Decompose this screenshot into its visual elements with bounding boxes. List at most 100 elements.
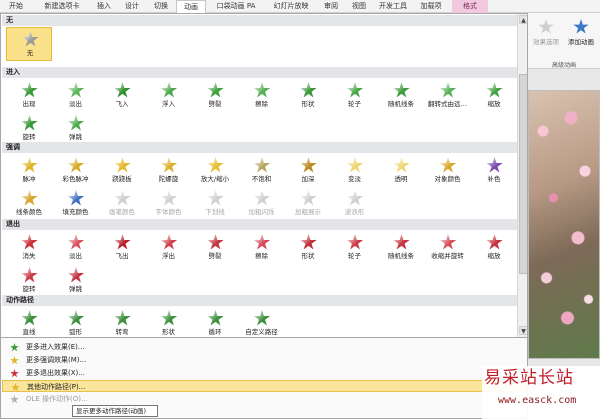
effect-exit-0[interactable]: 消失 [6, 231, 52, 265]
effect-exit-1[interactable]: 淡出 [53, 231, 99, 265]
emphasis-star-icon [251, 156, 273, 176]
tab-4[interactable]: 切换 [148, 0, 174, 13]
emphasis-star-icon [390, 156, 412, 176]
effect-label: 收缩并旋转 [431, 252, 464, 260]
effect-label: 脉冲 [22, 175, 36, 183]
effect-exit-11[interactable]: 旋转 [6, 264, 52, 298]
effect-emphasis-1[interactable]: 彩色脉冲 [53, 154, 99, 188]
effect-options-button[interactable]: 效果选项 [529, 17, 563, 61]
effect-entrance-6[interactable]: 形状 [285, 79, 331, 113]
entrance-star-icon [10, 343, 19, 352]
slide-thumbnail[interactable] [528, 90, 600, 359]
tab-3[interactable]: 设计 [118, 0, 146, 13]
emphasis-star-icon [204, 189, 226, 209]
effect-label: 放大/缩小 [200, 175, 230, 183]
effect-exit-6[interactable]: 形状 [285, 231, 331, 265]
effect-label: 缩放 [487, 252, 501, 260]
motion-star-icon [204, 309, 226, 329]
effect-emphasis-6[interactable]: 加深 [285, 154, 331, 188]
motion-star-icon [251, 309, 273, 329]
exit-star-icon [204, 233, 226, 253]
menu-item-0[interactable]: 更多进入效果(E)... [2, 341, 528, 353]
gallery-scrollbar[interactable]: ▲ ▼ [517, 14, 527, 337]
exit-star-icon [65, 266, 87, 286]
effect-emphasis-5[interactable]: 不饱和 [239, 154, 285, 188]
effect-entrance-1[interactable]: 淡出 [53, 79, 99, 113]
effect-entrance-5[interactable]: 擦除 [239, 79, 285, 113]
effect-entrance-4[interactable]: 劈裂 [192, 79, 238, 113]
effect-label: 波浪形 [344, 208, 365, 216]
effect-exit-2[interactable]: 飞出 [99, 231, 145, 265]
effect-entrance-12[interactable]: 弹跳 [53, 112, 99, 146]
effect-label: 缩放 [487, 100, 501, 108]
effect-exit-4[interactable]: 劈裂 [192, 231, 238, 265]
effect-emphasis-3[interactable]: 陀螺旋 [146, 154, 192, 188]
tab-12[interactable]: 格式 [452, 0, 488, 13]
tab-0[interactable]: 开始 [0, 0, 32, 13]
effect-entrance-2[interactable]: 飞入 [99, 79, 145, 113]
effect-emphasis-11[interactable]: 线条颜色 [6, 187, 52, 221]
effect-exit-12[interactable]: 弹跳 [53, 264, 99, 298]
tab-10[interactable]: 开发工具 [374, 0, 412, 13]
effect-emphasis-14: 字体颜色 [146, 187, 192, 221]
effect-emphasis-10[interactable]: 补色 [471, 154, 517, 188]
effect-label: 劈裂 [208, 100, 222, 108]
exit-star-icon [18, 233, 40, 253]
section-header-none: 无 [2, 15, 517, 26]
tab-11[interactable]: 加载项 [414, 0, 448, 13]
menu-item-3[interactable]: 其他动作路径(P)... [2, 380, 528, 392]
emphasis-star-icon [10, 356, 19, 365]
add-animation-button[interactable]: 添加动画 [564, 17, 598, 61]
section-header-exit: 退出 [2, 219, 517, 230]
tab-9[interactable]: 视图 [346, 0, 372, 13]
effect-exit-3[interactable]: 浮出 [146, 231, 192, 265]
effect-entrance-7[interactable]: 轮子 [332, 79, 378, 113]
effect-exit-7[interactable]: 轮子 [332, 231, 378, 265]
effect-emphasis-18: 波浪形 [332, 187, 378, 221]
scroll-down-arrow-icon[interactable]: ▼ [519, 326, 527, 335]
effect-motion-4[interactable]: 循环 [192, 307, 238, 337]
animation-gallery: ▲ ▼ 无无进入 出现 淡出 飞入 浮入 劈裂 擦除 形状 轮子 随机线条 翻转式由远… 缩放 旋转 弹跳… [0, 13, 528, 338]
effect-label: 翻转式由远… [428, 100, 467, 108]
entrance-star-icon [390, 81, 412, 101]
effect-label: 淡出 [69, 252, 82, 260]
effect-motion-3[interactable]: 形状 [146, 307, 192, 337]
effect-none-0[interactable]: 无 [6, 27, 52, 61]
effect-emphasis-4[interactable]: 放大/缩小 [192, 154, 238, 188]
effect-entrance-8[interactable]: 随机线条 [378, 79, 424, 113]
effect-motion-5[interactable]: 自定义路径 [239, 307, 285, 337]
effect-emphasis-9[interactable]: 对象颜色 [425, 154, 471, 188]
effect-exit-5[interactable]: 擦除 [239, 231, 285, 265]
effect-emphasis-2[interactable]: 跷跷板 [99, 154, 145, 188]
effect-emphasis-8[interactable]: 透明 [378, 154, 424, 188]
tab-5[interactable]: 动画 [176, 0, 206, 14]
menu-item-1[interactable]: 更多强调效果(M)... [2, 354, 528, 366]
tab-1[interactable]: 新建选项卡 [34, 0, 90, 13]
tab-7[interactable]: 幻灯片放映 [266, 0, 316, 13]
tab-2[interactable]: 插入 [92, 0, 116, 13]
scroll-thumb[interactable] [519, 74, 527, 274]
effect-exit-9[interactable]: 收缩并旋转 [425, 231, 471, 265]
emphasis-star-icon [483, 156, 505, 176]
effect-exit-8[interactable]: 随机线条 [378, 231, 424, 265]
effect-label: 转弯 [115, 328, 129, 336]
effect-entrance-9[interactable]: 翻转式由远… [425, 79, 471, 113]
effect-motion-1[interactable]: 弧形 [53, 307, 99, 337]
effect-entrance-0[interactable]: 出现 [6, 79, 52, 113]
tab-8[interactable]: 审阅 [318, 0, 344, 13]
exit-star-icon [18, 266, 40, 286]
effect-emphasis-7[interactable]: 变淡 [332, 154, 378, 188]
menu-item-2[interactable]: 更多退出效果(X)... [2, 367, 528, 379]
effect-entrance-10[interactable]: 缩放 [471, 79, 517, 113]
scroll-up-arrow-icon[interactable]: ▲ [519, 15, 527, 24]
effect-entrance-3[interactable]: 浮入 [146, 79, 192, 113]
tab-6[interactable]: 口袋动画 PA [208, 0, 264, 13]
effect-label: 不饱和 [251, 175, 272, 183]
effect-entrance-11[interactable]: 旋转 [6, 112, 52, 146]
effect-exit-10[interactable]: 缩放 [471, 231, 517, 265]
effect-motion-0[interactable]: 直线 [6, 307, 52, 337]
effect-label: 出现 [22, 100, 36, 108]
effect-motion-2[interactable]: 转弯 [99, 307, 145, 337]
effect-emphasis-12[interactable]: 填充颜色 [53, 187, 99, 221]
effect-emphasis-0[interactable]: 脉冲 [6, 154, 52, 188]
